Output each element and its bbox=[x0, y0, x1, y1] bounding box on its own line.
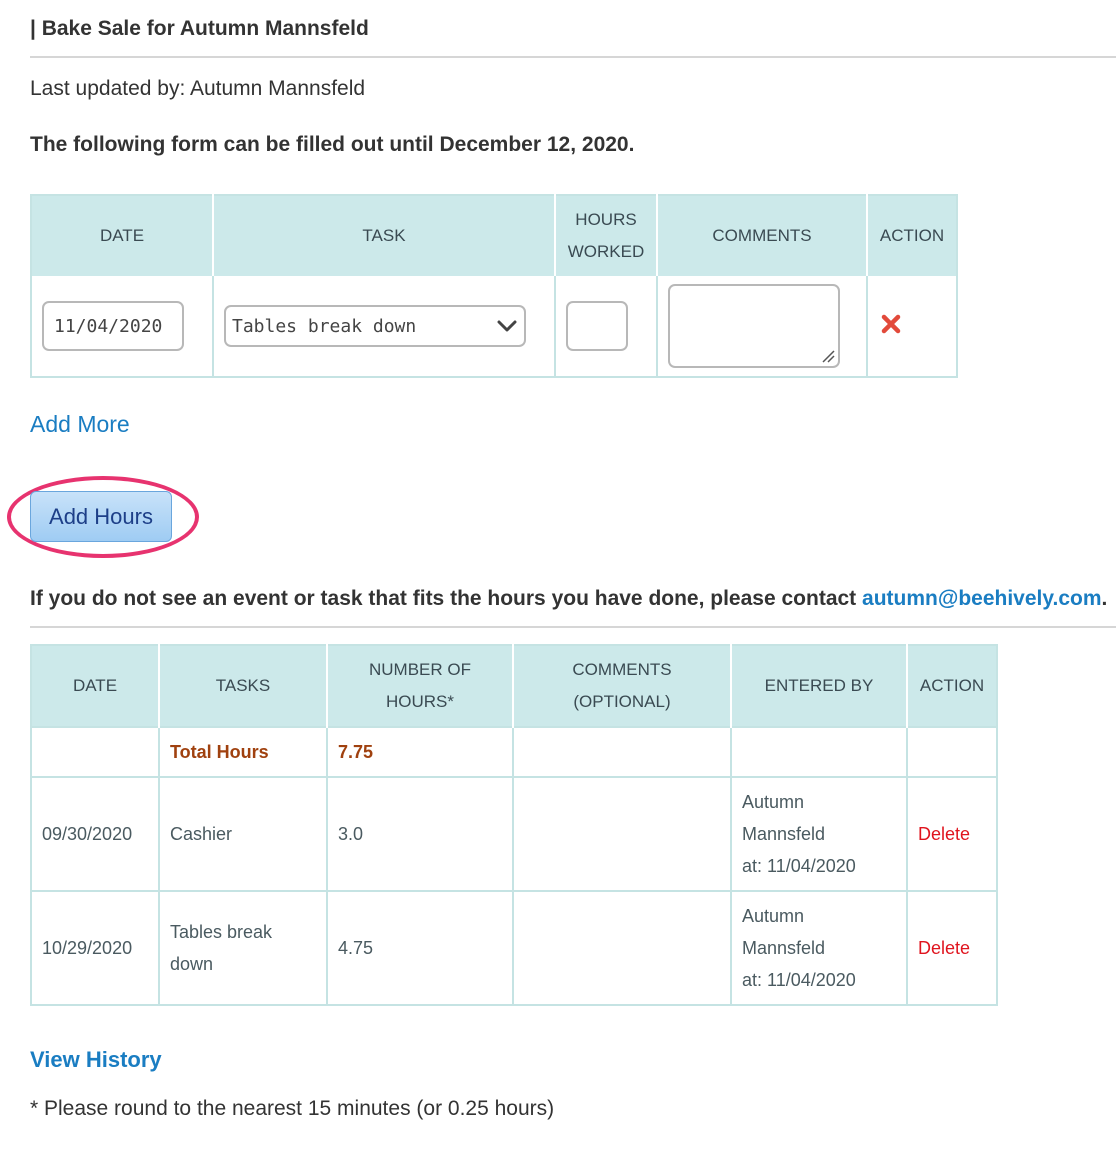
total-date-cell bbox=[31, 726, 160, 777]
row-hours: 3.0 bbox=[327, 776, 514, 891]
row-action: Delete bbox=[907, 890, 997, 1005]
total-hours-label: Total Hours bbox=[159, 726, 328, 777]
page-title: | Bake Sale for Autumn Mannsfeld bbox=[30, 17, 369, 40]
entry-col-task: TASK bbox=[213, 195, 556, 276]
row-comments bbox=[513, 776, 732, 891]
table-row: 09/30/2020 Cashier 3.0 Autumn Mannsfeld a… bbox=[31, 776, 997, 891]
entered-by-name: Autumn Mannsfeld bbox=[742, 792, 826, 844]
entry-col-date: DATE bbox=[31, 195, 214, 276]
history-table-header: DATE TASKS NUMBER OF HOURS* COMMENTS (OP… bbox=[31, 645, 997, 727]
history-col-comments: COMMENTS (OPTIONAL) bbox=[513, 645, 732, 727]
history-col-tasks: TASKS bbox=[159, 645, 328, 727]
entry-col-comments: COMMENTS bbox=[657, 195, 868, 276]
contact-divider bbox=[30, 626, 1116, 628]
red-x-icon[interactable] bbox=[880, 313, 902, 335]
entry-col-action: ACTION bbox=[867, 195, 957, 276]
total-comments-cell bbox=[513, 726, 732, 777]
entered-at: at: 11/04/2020 bbox=[742, 970, 856, 990]
resize-grip-icon[interactable] bbox=[820, 348, 836, 364]
date-input-value: 11/04/2020 bbox=[54, 315, 163, 337]
total-action-cell bbox=[907, 726, 997, 777]
entry-action-cell bbox=[867, 276, 957, 377]
title-divider bbox=[30, 56, 1116, 58]
history-col-date: DATE bbox=[31, 645, 160, 727]
hours-entry-table: DATE TASK HOURS WORKED COMMENTS ACTION 1… bbox=[30, 194, 958, 378]
row-entered-by: Autumn Mannsfeld at: 11/04/2020 bbox=[731, 890, 908, 1005]
last-updated-text: Last updated by: Autumn Mannsfeld bbox=[30, 77, 366, 100]
entry-table-header: DATE TASK HOURS WORKED COMMENTS ACTION bbox=[31, 195, 957, 276]
footnote-text: * Please round to the nearest 15 minutes… bbox=[30, 1097, 555, 1120]
deadline-text: The following form can be filled out unt… bbox=[30, 133, 635, 156]
date-input[interactable]: 11/04/2020 bbox=[42, 301, 184, 351]
view-history-link[interactable]: View History bbox=[30, 1047, 162, 1073]
row-task: Cashier bbox=[159, 776, 328, 891]
row-comments bbox=[513, 890, 732, 1005]
contact-text: If you do not see an event or task that … bbox=[30, 587, 1107, 611]
total-entered-cell bbox=[731, 726, 908, 777]
row-date: 09/30/2020 bbox=[31, 776, 160, 891]
entered-at: at: 11/04/2020 bbox=[742, 856, 856, 876]
entry-date-cell: 11/04/2020 bbox=[31, 276, 214, 377]
hours-history-table: DATE TASKS NUMBER OF HOURS* COMMENTS (OP… bbox=[30, 644, 998, 1006]
hours-input[interactable] bbox=[566, 301, 628, 351]
row-date: 10/29/2020 bbox=[31, 890, 160, 1005]
add-more-link[interactable]: Add More bbox=[30, 411, 130, 438]
task-select[interactable]: Tables break down bbox=[224, 305, 526, 347]
row-action: Delete bbox=[907, 776, 997, 891]
comments-textarea[interactable] bbox=[668, 284, 840, 368]
row-entered-by: Autumn Mannsfeld at: 11/04/2020 bbox=[731, 776, 908, 891]
row-hours: 4.75 bbox=[327, 890, 514, 1005]
entered-by-name: Autumn Mannsfeld bbox=[742, 906, 826, 958]
page: | Bake Sale for Autumn Mannsfeld Last up… bbox=[0, 0, 1116, 1152]
total-hours-row: Total Hours 7.75 bbox=[31, 726, 997, 777]
history-col-entered-by: ENTERED BY bbox=[731, 645, 908, 727]
delete-link[interactable]: Delete bbox=[918, 938, 970, 958]
entry-comments-cell bbox=[657, 276, 868, 377]
contact-suffix: . bbox=[1101, 587, 1108, 610]
contact-message: If you do not see an event or task that … bbox=[30, 587, 863, 610]
history-col-hours: NUMBER OF HOURS* bbox=[327, 645, 514, 727]
table-row: 10/29/2020 Tables break down 4.75 Autumn… bbox=[31, 890, 997, 1005]
row-task: Tables break down bbox=[159, 890, 328, 1005]
add-hours-button[interactable]: Add Hours bbox=[30, 491, 172, 542]
total-hours-value: 7.75 bbox=[327, 726, 514, 777]
contact-email-link[interactable]: autumn@beehively.com bbox=[862, 587, 1101, 610]
entry-col-hours: HOURS WORKED bbox=[555, 195, 658, 276]
history-col-action: ACTION bbox=[907, 645, 997, 727]
chevron-down-icon bbox=[497, 320, 517, 332]
entry-hours-cell bbox=[555, 276, 658, 377]
delete-link[interactable]: Delete bbox=[918, 824, 970, 844]
entry-row: 11/04/2020 Tables break down bbox=[31, 276, 957, 377]
task-select-value: Tables break down bbox=[232, 315, 417, 337]
entry-task-cell: Tables break down bbox=[213, 276, 556, 377]
